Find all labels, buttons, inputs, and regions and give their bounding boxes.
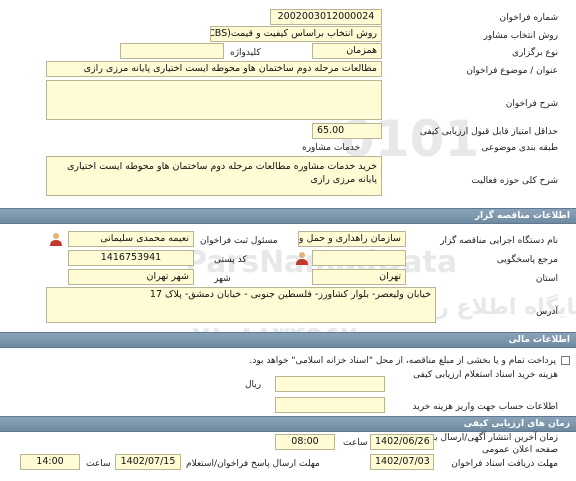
org-name-field[interactable]: سازمان راهداری و حمل و ن: [298, 231, 406, 247]
activity-scope-label: شرح کلی حوزه فعالیت: [471, 176, 558, 186]
holding-type-label: نوع برگزاری: [512, 48, 558, 58]
postal-code-field[interactable]: 1416753941: [68, 250, 194, 266]
province-label: استان: [535, 274, 558, 284]
min-score-label: حداقل امتیاز قابل قبول ارزیابی کیفی: [419, 127, 558, 137]
treasury-checkbox[interactable]: [561, 356, 570, 365]
min-score-field[interactable]: 65.00: [312, 123, 382, 139]
topic-class-value: خدمات مشاوره: [302, 143, 361, 153]
subject-field[interactable]: مطالعات مرحله دوم ساختمان هاو محوطه ایست…: [46, 61, 382, 77]
organizer-section-header: اطلاعات مناقصه گزار: [0, 208, 576, 224]
holding-type-field[interactable]: همزمان: [312, 43, 382, 59]
keyword-label: کلیدواژه: [230, 48, 261, 58]
reply-time-label: ساعت: [86, 459, 111, 469]
address-label: آدرس: [536, 307, 558, 317]
publish-time-label: ساعت: [343, 438, 368, 448]
city-label: شهر: [214, 274, 231, 284]
finance-section-header: اطلاعات مالی: [0, 332, 576, 348]
registrar-field[interactable]: نعیمه محمدی سلیمانی: [68, 231, 194, 247]
org-label: نام دستگاه اجرایی مناقصه گزار: [440, 236, 558, 246]
reply-label: مهلت ارسال پاسخ فراخوان/استعلام: [186, 459, 320, 469]
description-label: شرح فراخوان: [505, 99, 558, 109]
registrar-person-icon: [50, 233, 62, 246]
account-label: اطلاعات حساب جهت واریز هزینه خرید: [412, 402, 558, 412]
tender-number-label: شماره فراخوان: [499, 13, 559, 23]
postal-label: کد پستی: [214, 255, 247, 265]
treasury-note: پرداخت تمام و یا بخشی از مبلغ مناقصه، از…: [249, 356, 556, 366]
reference-label: مرجع پاسخگویی: [496, 255, 558, 265]
province-field[interactable]: تهران: [312, 269, 406, 285]
reply-date-field[interactable]: 1402/07/15: [115, 454, 181, 470]
reference-field[interactable]: [312, 250, 406, 266]
address-field[interactable]: خیابان ولیعصر- بلوار کشاورز- فلسطین جنوب…: [46, 287, 436, 323]
topic-class-label: طبقه بندی موضوعی: [481, 143, 558, 153]
reply-time-field[interactable]: 14:00: [20, 454, 80, 470]
account-field[interactable]: [275, 397, 385, 413]
doc-cost-label: هزینه خرید اسناد استعلام ارزیابی کیفی: [413, 370, 558, 380]
city-field[interactable]: شهر تهران: [68, 269, 194, 285]
doc-receive-label: مهلت دریافت اسناد فراخوان: [451, 459, 558, 469]
reference-person-icon: [296, 252, 308, 265]
description-field[interactable]: [46, 80, 382, 120]
selection-method-label: روش انتخاب مشاور: [483, 31, 558, 41]
tender-number-field[interactable]: 2002003012000024: [270, 9, 382, 25]
publish-date-field[interactable]: 1402/06/26: [370, 434, 434, 450]
activity-scope-field[interactable]: خرید خدمات مشاوره مطالعات مرحله دوم ساخت…: [46, 156, 382, 196]
keyword-field[interactable]: [120, 43, 224, 59]
selection-method-field[interactable]: روش انتخاب براساس کیفیت و قیمت(QCBS): [210, 26, 382, 42]
subject-label: عنوان / موضوع فراخوان: [466, 66, 558, 76]
schedule-section-header: زمان های ارزیابی کیفی: [0, 416, 576, 432]
publish-time-field[interactable]: 08:00: [275, 434, 335, 450]
doc-cost-field[interactable]: [275, 376, 385, 392]
doc-receive-date-field[interactable]: 1402/07/03: [370, 454, 434, 470]
currency-label: ریال: [245, 380, 262, 390]
registrar-label: مسئول ثبت فراخوان: [200, 236, 278, 246]
